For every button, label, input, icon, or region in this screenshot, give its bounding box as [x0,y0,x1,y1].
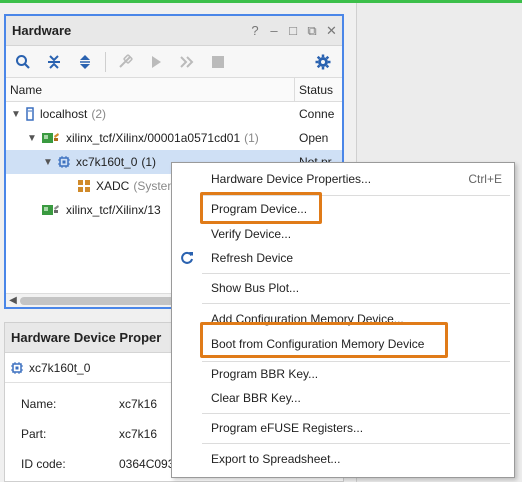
menu-item-shortcut: Ctrl+E [468,172,502,186]
menu-item-program-efuse-registers[interactable]: Program eFUSE Registers... [172,416,514,440]
menu-separator [202,303,510,304]
column-status[interactable]: Status [295,83,333,97]
tree-column-header: Name Status [6,78,342,102]
xadc-icon [78,180,90,192]
column-name[interactable]: Name [6,78,295,101]
tree-count: (1) [141,155,157,169]
menu-item-refresh-device[interactable]: Refresh Device [172,246,514,270]
menu-item-label: Refresh Device [211,251,294,265]
tree-label: xc7k160t_0 [76,155,138,169]
menu-separator [202,195,510,196]
property-key: Name: [21,397,57,411]
menu-separator [202,443,510,444]
properties-object-name: xc7k160t_0 [29,360,91,375]
chevron-down-icon[interactable]: ▼ [26,133,38,144]
menu-item-program-bbr-key[interactable]: Program BBR Key... [172,362,514,386]
toolbar-separator [105,51,106,72]
menu-item-label: Hardware Device Properties... [211,172,372,186]
menu-item-boot-from-configuration-memory[interactable]: Boot from Configuration Memory Device [172,332,514,356]
close-icon[interactable]: ✕ [326,23,337,39]
chip-icon [11,361,23,374]
chip-icon [58,156,70,168]
property-key: ID code: [21,457,66,471]
chevron-down-icon[interactable]: ▼ [10,109,22,120]
collapse-all-icon[interactable] [43,51,65,73]
server-icon [26,107,34,121]
menu-item-label: Show Bus Plot... [211,281,300,295]
help-icon[interactable]: ? [250,23,260,39]
hardware-panel-title: Hardware [12,23,72,38]
menu-item-label: Program BBR Key... [211,367,319,381]
menu-item-add-configuration-memory-device[interactable]: Add Configuration Memory Device... [172,307,514,331]
menu-item-program-device[interactable]: Program Device... [172,197,514,221]
tree-status: Conne [299,107,335,121]
connect-icon[interactable] [114,51,136,73]
stop-icon[interactable] [207,51,229,73]
menu-item-label: Add Configuration Memory Device... [211,312,404,326]
tree-label: XADC [96,179,130,193]
property-value: xc7k16 [119,397,158,411]
menu-item-label: Program Device... [211,202,308,216]
expand-all-icon[interactable] [74,51,96,73]
menu-item-show-bus-plot[interactable]: Show Bus Plot... [172,276,514,300]
menu-item-verify-device[interactable]: Verify Device... [172,222,514,246]
menu-item-label: Boot from Configuration Memory Device [211,337,425,351]
float-icon[interactable]: ⧉ [307,23,317,39]
menu-separator [202,413,510,414]
menu-item-label: Verify Device... [211,227,292,241]
hardware-toolbar [6,46,342,78]
minimize-icon[interactable]: – [269,23,279,39]
tree-count: (2) [91,107,107,121]
property-value: 0364C093 [119,457,175,471]
board-icon [42,132,60,144]
restore-icon[interactable]: □ [288,23,298,39]
board-icon [42,204,60,216]
search-icon[interactable] [12,51,34,73]
tree-row-localhost[interactable]: ▼ localhost (2) Conne [6,102,342,126]
hardware-panel-header: Hardware ? – □ ⧉ ✕ [6,16,342,46]
gear-icon[interactable] [312,51,334,73]
menu-item-label: Program eFUSE Registers... [211,421,364,435]
menu-item-label: Export to Spreadsheet... [211,452,341,466]
chevron-down-icon[interactable]: ▼ [42,157,54,168]
menu-item-hardware-device-properties[interactable]: Hardware Device Properties... Ctrl+E [172,167,514,191]
menu-item-clear-bbr-key[interactable]: Clear BBR Key... [172,386,514,410]
menu-separator [202,273,510,274]
menu-item-label: Clear BBR Key... [211,391,301,405]
tree-label: xilinx_tcf/Xilinx/13 [66,203,161,217]
device-context-menu: Hardware Device Properties... Ctrl+E Pro… [171,162,515,478]
property-value: xc7k16 [119,427,158,441]
tree-label: xilinx_tcf/Xilinx/00001a0571cd01 [66,131,241,145]
run-icon[interactable] [145,51,167,73]
property-key: Part: [21,427,47,441]
menu-item-export-to-spreadsheet[interactable]: Export to Spreadsheet... [172,447,514,471]
window-controls: ? – □ ⧉ ✕ [250,23,342,39]
tree-row-target-1[interactable]: ▼ xilinx_tcf/Xilinx/00001a0571cd01 (1) O… [6,126,342,150]
refresh-icon [180,251,194,268]
scroll-left-icon[interactable]: ◀ [6,295,20,306]
run-all-icon[interactable] [176,51,198,73]
tree-label: localhost [40,107,88,121]
tree-status: Open [299,131,329,145]
tree-count: (1) [244,131,259,145]
